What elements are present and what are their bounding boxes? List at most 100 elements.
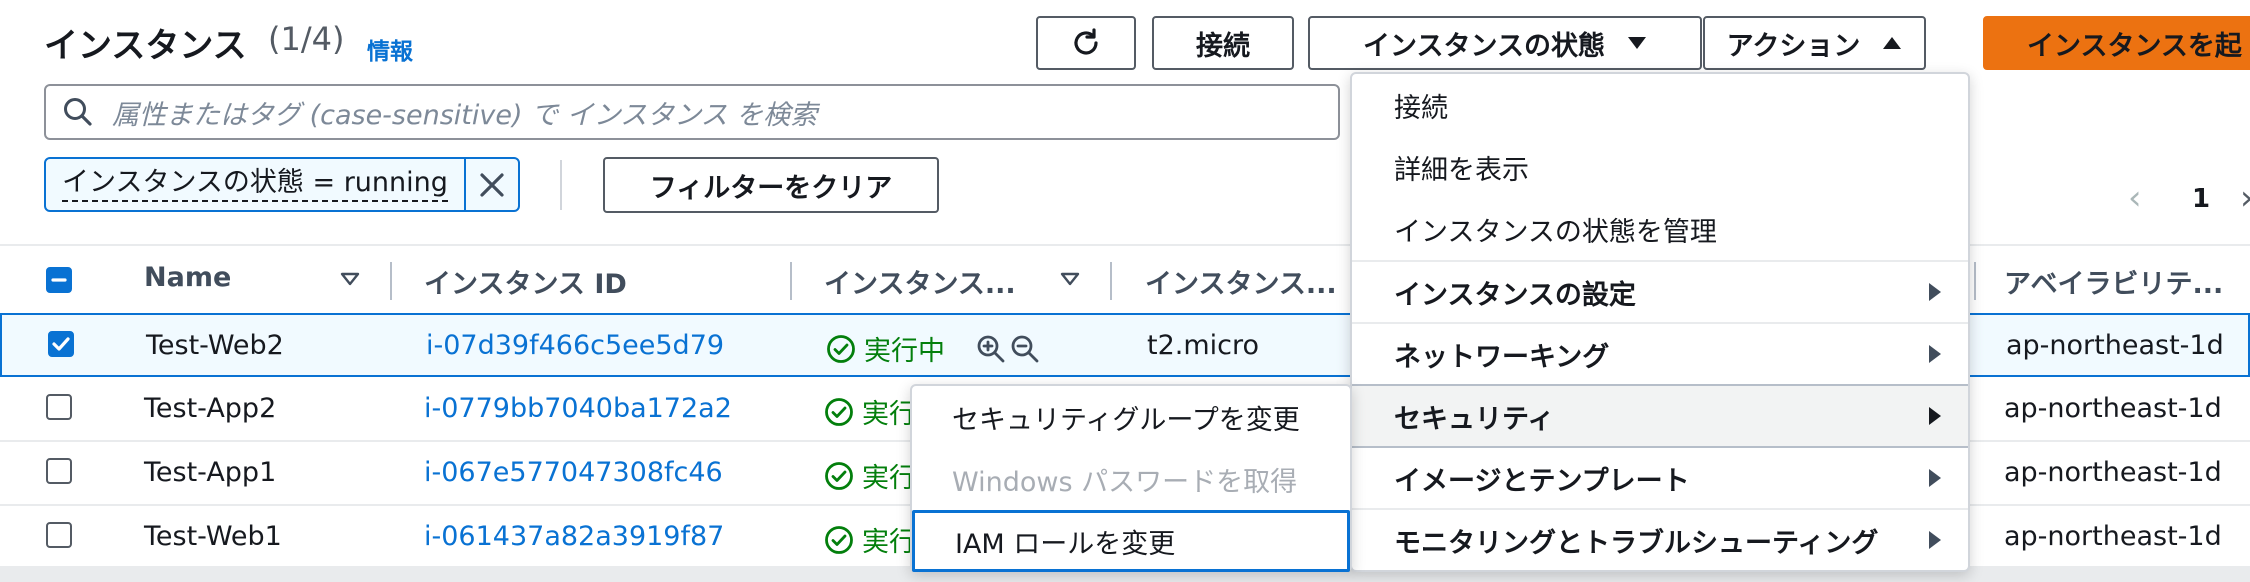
column-header-instance-type[interactable]: インスタンス... — [1145, 262, 1337, 301]
state-label: 実行中 — [864, 336, 945, 367]
search-input[interactable]: 属性またはタグ (case-sensitive) で インスタンス を検索 — [112, 93, 817, 132]
menu-item-label: セキュリティ — [1394, 403, 1555, 435]
column-header-availability-zone[interactable]: アベイラビリテ... — [2004, 262, 2223, 301]
submenu-item-get-windows-password: Windows パスワードを取得 — [912, 448, 1350, 510]
row-checkbox[interactable] — [48, 331, 74, 357]
check-circle-icon — [825, 397, 853, 426]
search-icon — [64, 98, 92, 126]
filter-token-label[interactable]: インスタンスの状態 = running — [62, 167, 448, 202]
search-bar[interactable]: 属性またはタグ (case-sensitive) で インスタンス を検索 — [44, 84, 1340, 140]
menu-item-label: イメージとテンプレート — [1394, 465, 1690, 497]
menu-item-manage-state[interactable]: インスタンスの状態を管理 — [1352, 198, 1968, 260]
sort-desc-icon[interactable] — [1060, 272, 1080, 286]
menu-item-label: ネットワーキング — [1394, 341, 1610, 373]
check-circle-icon — [825, 461, 853, 490]
select-all-checkbox[interactable] — [46, 267, 72, 293]
cell-name: Test-Web1 — [144, 521, 282, 552]
state-label: 実行 — [862, 527, 916, 558]
cell-name: Test-Web2 — [146, 330, 284, 361]
instance-state-label: インスタンスの状態 — [1363, 30, 1605, 62]
column-resizer[interactable] — [1110, 262, 1112, 300]
row-checkbox[interactable] — [46, 394, 72, 420]
filter-token-label-wrap[interactable]: インスタンスの状態 = running — [46, 159, 464, 210]
cell-state: 実行 — [824, 456, 916, 495]
toolbar-divider — [560, 160, 562, 210]
caret-right-icon — [1929, 345, 1941, 363]
clear-filters-button[interactable]: フィルターをクリア — [603, 157, 939, 213]
submenu-item-change-security-groups[interactable]: セキュリティグループを変更 — [912, 386, 1350, 448]
checkmark-icon — [52, 337, 70, 351]
info-link[interactable]: 情報 — [367, 32, 413, 66]
security-submenu: セキュリティグループを変更 Windows パスワードを取得 IAM ロールを変… — [910, 384, 1352, 572]
row-checkbox[interactable] — [46, 458, 72, 484]
pagination-prev-icon[interactable]: ‹ — [2128, 178, 2142, 218]
column-resizer[interactable] — [390, 262, 392, 300]
caret-right-icon — [1929, 283, 1941, 301]
instance-id-link[interactable]: i-067e577047308fc46 — [424, 457, 723, 488]
caret-right-icon — [1929, 407, 1941, 425]
column-header-instance-id[interactable]: インスタンス ID — [424, 262, 627, 301]
cell-availability-zone: ap-northeast-1d — [2006, 330, 2224, 361]
selection-count: (1/4) — [268, 20, 345, 58]
submenu-item-label: IAM ロールを変更 — [955, 528, 1176, 560]
menu-item-label: インスタンスの設定 — [1394, 279, 1636, 311]
remove-filter-button[interactable] — [463, 159, 518, 210]
menu-item-security[interactable]: セキュリティ — [1352, 384, 1968, 448]
refresh-icon — [1074, 28, 1098, 55]
launch-instance-label: インスタンスを起 — [2027, 30, 2242, 62]
check-circle-icon — [827, 334, 855, 363]
pagination-next-icon[interactable]: › — [2240, 178, 2250, 218]
zoom-out-icon[interactable] — [1009, 333, 1041, 365]
indeterminate-icon — [51, 278, 67, 282]
submenu-item-label: Windows パスワードを取得 — [952, 466, 1298, 498]
menu-item-label: インスタンスの状態を管理 — [1394, 216, 1717, 248]
cell-name: Test-App2 — [144, 393, 277, 424]
column-header-instance-state[interactable]: インスタンス... — [824, 262, 1016, 301]
menu-item-label: 詳細を表示 — [1394, 154, 1529, 186]
menu-item-connect[interactable]: 接続 — [1352, 74, 1968, 136]
cell-state: 実行 — [824, 392, 916, 431]
refresh-button[interactable] — [1036, 16, 1136, 70]
caret-right-icon — [1929, 469, 1941, 487]
pagination-current-page[interactable]: 1 — [2192, 184, 2210, 214]
instance-id-link[interactable]: i-0779bb7040ba172a2 — [424, 393, 732, 424]
sort-desc-icon[interactable] — [340, 272, 360, 286]
column-resizer[interactable] — [1974, 262, 1976, 300]
column-header-name[interactable]: Name — [144, 262, 231, 293]
actions-dropdown[interactable]: アクション — [1703, 16, 1926, 70]
menu-item-monitoring[interactable]: モニタリングとトラブルシューティング — [1352, 510, 1968, 570]
cell-name: Test-App1 — [144, 457, 277, 488]
row-checkbox[interactable] — [46, 522, 72, 548]
caret-right-icon — [1929, 531, 1941, 549]
state-label: 実行 — [862, 463, 916, 494]
caret-down-icon — [1627, 37, 1646, 49]
menu-item-view-details[interactable]: 詳細を表示 — [1352, 136, 1968, 198]
instance-id-link[interactable]: i-07d39f466c5ee5d79 — [426, 330, 724, 361]
filter-token: インスタンスの状態 = running — [44, 157, 520, 212]
close-icon — [480, 172, 504, 197]
menu-item-label: 接続 — [1394, 92, 1448, 124]
cell-availability-zone: ap-northeast-1d — [2004, 457, 2222, 488]
column-resizer[interactable] — [790, 262, 792, 300]
submenu-item-modify-iam-role[interactable]: IAM ロールを変更 — [912, 510, 1350, 572]
actions-label: アクション — [1726, 30, 1861, 62]
caret-up-icon — [1883, 37, 1902, 49]
actions-menu: 接続 詳細を表示 インスタンスの状態を管理 インスタンスの設定 ネットワーキング… — [1350, 72, 1970, 572]
zoom-in-icon[interactable] — [975, 333, 1007, 365]
cell-state: 実行中 — [826, 329, 1041, 368]
cell-instance-type: t2.micro — [1147, 330, 1260, 361]
launch-instance-button[interactable]: インスタンスを起 — [1983, 16, 2250, 70]
cell-availability-zone: ap-northeast-1d — [2004, 393, 2222, 424]
instance-id-link[interactable]: i-061437a82a3919f87 — [424, 521, 724, 552]
cell-state: 実行 — [824, 520, 916, 559]
instance-state-dropdown[interactable]: インスタンスの状態 — [1308, 16, 1702, 70]
submenu-item-label: セキュリティグループを変更 — [952, 404, 1300, 436]
check-circle-icon — [825, 525, 853, 554]
state-zoom-controls — [975, 333, 1041, 365]
menu-item-instance-settings[interactable]: インスタンスの設定 — [1352, 262, 1968, 322]
menu-item-networking[interactable]: ネットワーキング — [1352, 324, 1968, 384]
menu-item-images-templates[interactable]: イメージとテンプレート — [1352, 448, 1968, 508]
connect-button-label: 接続 — [1196, 30, 1250, 62]
connect-button[interactable]: 接続 — [1152, 16, 1294, 70]
menu-item-label: モニタリングとトラブルシューティング — [1394, 527, 1879, 559]
